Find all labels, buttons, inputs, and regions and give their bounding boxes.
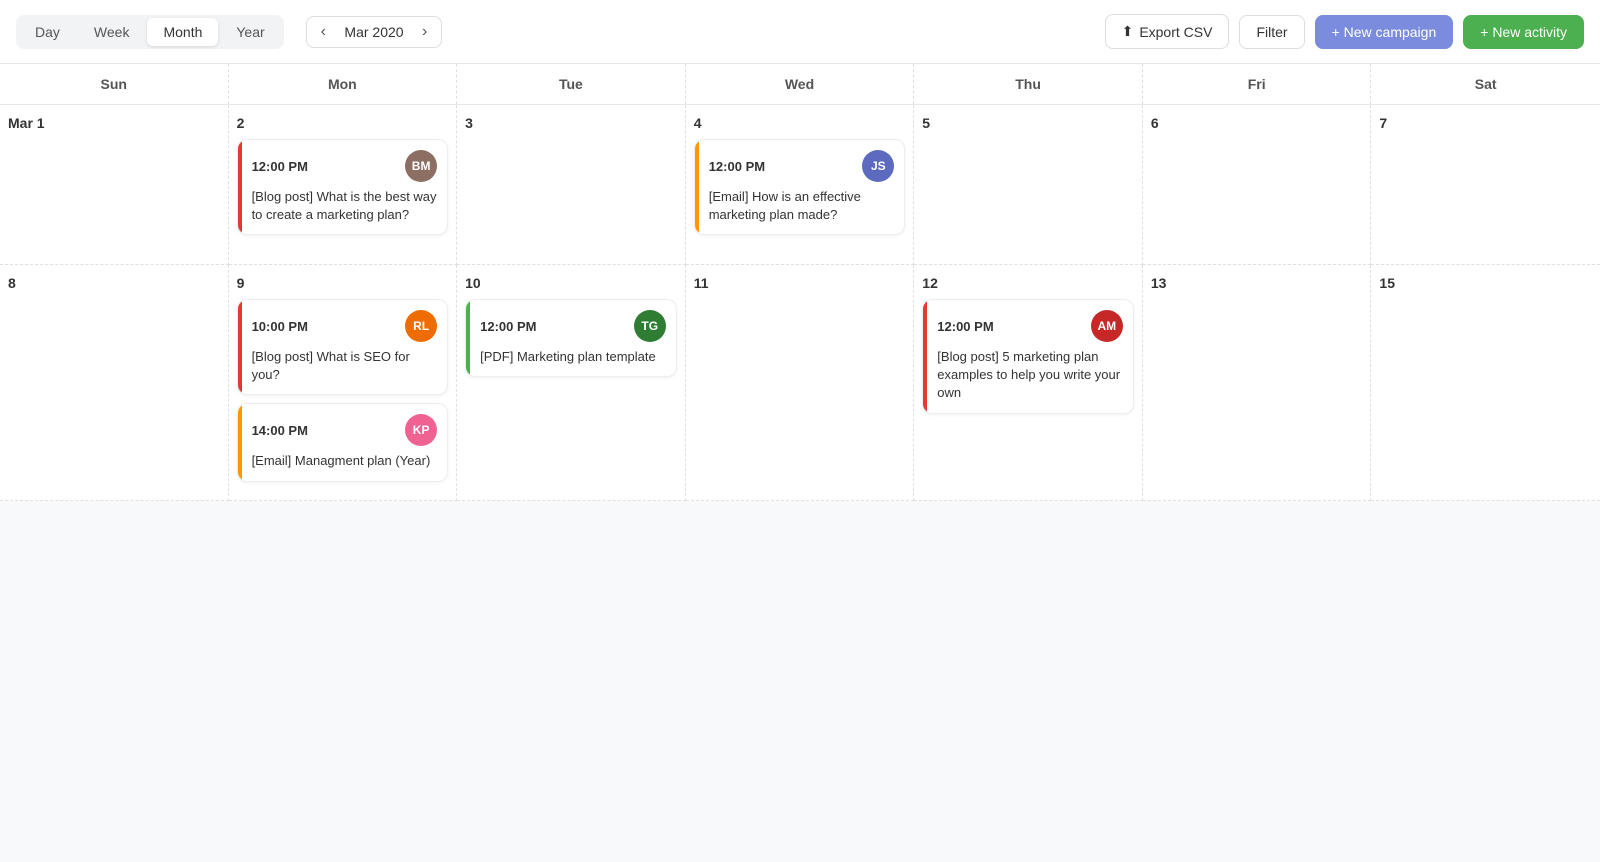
- cal-cell: 10 12:00 PM TG [PDF] Marketing plan templat…: [457, 265, 686, 501]
- new-activity-button[interactable]: + New activity: [1463, 15, 1584, 49]
- event-card[interactable]: 12:00 PM TG [PDF] Marketing plan template: [465, 299, 677, 377]
- event-title: [Blog post] What is the best way to crea…: [252, 188, 438, 224]
- cal-cell: Mar 1: [0, 105, 229, 265]
- day-header-mon: Mon: [229, 64, 458, 104]
- cell-date: 8: [8, 275, 220, 291]
- event-title: [Email] How is an effective marketing pl…: [709, 188, 895, 224]
- day-header-fri: Fri: [1143, 64, 1372, 104]
- event-time: 12:00 PM: [252, 159, 308, 174]
- next-button[interactable]: ›: [418, 23, 431, 41]
- cell-date: 4: [694, 115, 906, 131]
- tab-month[interactable]: Month: [147, 18, 218, 46]
- cal-cell: 11: [686, 265, 915, 501]
- event-time: 12:00 PM: [480, 319, 536, 334]
- cal-cell: 12 12:00 PM AM [Blog post] 5 marketing plan…: [914, 265, 1143, 501]
- nav-group: ‹ Mar 2020 ›: [306, 16, 443, 48]
- event-card[interactable]: 12:00 PM JS [Email] How is an effective ma…: [694, 139, 906, 235]
- cal-cell: 4 12:00 PM JS [Email] How is an effective m…: [686, 105, 915, 265]
- cal-cell: 5: [914, 105, 1143, 265]
- tab-year[interactable]: Year: [220, 18, 280, 46]
- event-card[interactable]: 10:00 PM RL [Blog post] What is SEO for yo…: [237, 299, 449, 395]
- cell-date: 2: [237, 115, 449, 131]
- cell-date: 15: [1379, 275, 1592, 291]
- day-header-sun: Sun: [0, 64, 229, 104]
- cal-cell: 7: [1371, 105, 1600, 265]
- export-label: Export CSV: [1139, 24, 1212, 40]
- tab-day[interactable]: Day: [19, 18, 76, 46]
- event-card[interactable]: 14:00 PM KP [Email] Managment plan (Year): [237, 403, 449, 481]
- new-campaign-button[interactable]: + New campaign: [1315, 15, 1454, 49]
- toolbar: Day Week Month Year ‹ Mar 2020 › ⬆ Expor…: [0, 0, 1600, 64]
- cell-date: 13: [1151, 275, 1363, 291]
- filter-button[interactable]: Filter: [1239, 15, 1304, 49]
- event-header: 12:00 PM TG: [480, 310, 666, 342]
- calendar-grid: Mar 1 2 12:00 PM BM [Blog post] What is the …: [0, 105, 1600, 501]
- cell-date: 9: [237, 275, 449, 291]
- export-csv-button[interactable]: ⬆ Export CSV: [1105, 14, 1230, 49]
- cal-cell: 6: [1143, 105, 1372, 265]
- event-time: 10:00 PM: [252, 319, 308, 334]
- current-period: Mar 2020: [334, 24, 414, 40]
- event-time: 12:00 PM: [937, 319, 993, 334]
- prev-button[interactable]: ‹: [317, 23, 330, 41]
- day-header-tue: Tue: [457, 64, 686, 104]
- cal-cell: 2 12:00 PM BM [Blog post] What is the best …: [229, 105, 458, 265]
- event-title: [PDF] Marketing plan template: [480, 348, 666, 366]
- filter-label: Filter: [1256, 24, 1287, 40]
- cell-date: 10: [465, 275, 677, 291]
- event-header: 10:00 PM RL: [252, 310, 438, 342]
- event-header: 14:00 PM KP: [252, 414, 438, 446]
- event-card[interactable]: 12:00 PM BM [Blog post] What is the best w…: [237, 139, 449, 235]
- event-title: [Blog post] 5 marketing plan examples to…: [937, 348, 1123, 403]
- day-header-wed: Wed: [686, 64, 915, 104]
- avatar: RL: [405, 310, 437, 342]
- calendar-wrapper: SunMonTueWedThuFriSat Mar 1 2 12:00 PM BM [B…: [0, 64, 1600, 501]
- event-header: 12:00 PM BM: [252, 150, 438, 182]
- avatar: BM: [405, 150, 437, 182]
- cal-cell: 15: [1371, 265, 1600, 501]
- event-header: 12:00 PM JS: [709, 150, 895, 182]
- avatar: AM: [1091, 310, 1123, 342]
- avatar: TG: [634, 310, 666, 342]
- view-tabs: Day Week Month Year: [16, 15, 284, 49]
- event-title: [Email] Managment plan (Year): [252, 452, 438, 470]
- day-header-thu: Thu: [914, 64, 1143, 104]
- cell-date: 3: [465, 115, 677, 131]
- day-header-sat: Sat: [1371, 64, 1600, 104]
- cal-cell: 3: [457, 105, 686, 265]
- export-icon: ⬆: [1122, 23, 1134, 40]
- cell-date: Mar 1: [8, 115, 220, 131]
- cell-date: 7: [1379, 115, 1592, 131]
- event-time: 14:00 PM: [252, 423, 308, 438]
- avatar: JS: [862, 150, 894, 182]
- calendar-header: SunMonTueWedThuFriSat: [0, 64, 1600, 105]
- cell-date: 5: [922, 115, 1134, 131]
- event-header: 12:00 PM AM: [937, 310, 1123, 342]
- avatar: KP: [405, 414, 437, 446]
- event-time: 12:00 PM: [709, 159, 765, 174]
- cell-date: 12: [922, 275, 1134, 291]
- cal-cell: 9 10:00 PM RL [Blog post] What is SEO for y…: [229, 265, 458, 501]
- cal-cell: 13: [1143, 265, 1372, 501]
- tab-week[interactable]: Week: [78, 18, 146, 46]
- cell-date: 11: [694, 275, 906, 291]
- event-title: [Blog post] What is SEO for you?: [252, 348, 438, 384]
- cell-date: 6: [1151, 115, 1363, 131]
- cal-cell: 8: [0, 265, 229, 501]
- event-card[interactable]: 12:00 PM AM [Blog post] 5 marketing plan e…: [922, 299, 1134, 414]
